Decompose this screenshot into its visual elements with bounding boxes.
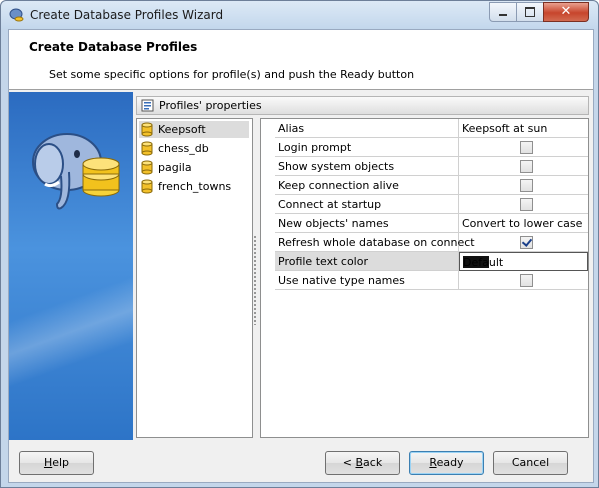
property-name: Keep connection alive xyxy=(275,176,459,195)
cancel-button[interactable]: Cancel xyxy=(493,451,568,475)
profile-label: Keepsoft xyxy=(158,123,206,136)
page-title: Create Database Profiles xyxy=(29,40,198,54)
maximize-icon xyxy=(525,7,535,17)
refresh-whole-database-checkbox[interactable] xyxy=(520,236,533,249)
profiles-properties-header: Profiles' properties xyxy=(136,96,589,115)
property-row-refresh-whole-database[interactable]: Refresh whole database on connect xyxy=(261,233,588,252)
minimize-icon xyxy=(499,14,507,16)
wizard-side-banner xyxy=(9,92,133,440)
banner-swoosh xyxy=(9,272,133,392)
database-icon xyxy=(141,122,153,137)
profile-item-pagila[interactable]: pagila xyxy=(139,159,249,176)
property-value xyxy=(459,138,588,157)
property-name: New objects' names xyxy=(275,214,459,233)
property-name: Profile text color xyxy=(275,252,459,271)
property-name: Alias xyxy=(275,119,459,138)
use-native-type-names-checkbox[interactable] xyxy=(520,274,533,287)
back-button[interactable]: < Back xyxy=(325,451,400,475)
property-row-use-native-type-names[interactable]: Use native type names xyxy=(261,271,588,290)
window-title: Create Database Profiles Wizard xyxy=(30,8,224,22)
database-icon xyxy=(141,141,153,156)
profile-item-french-towns[interactable]: french_towns xyxy=(139,178,249,195)
property-row-connect-at-startup[interactable]: Connect at startup xyxy=(261,195,588,214)
property-row-keep-connection-alive[interactable]: Keep connection alive xyxy=(261,176,588,195)
elephant-database-icon xyxy=(32,133,120,210)
profile-item-keepsoft[interactable]: Keepsoft xyxy=(139,121,249,138)
app-icon xyxy=(9,8,24,22)
property-value[interactable]: Keepsoft at sun xyxy=(459,119,588,138)
property-name: Connect at startup xyxy=(275,195,459,214)
page-subtitle: Set some specific options for profile(s)… xyxy=(49,68,415,81)
panel-splitter[interactable] xyxy=(253,235,257,325)
profiles-list[interactable]: Keepsoft chess_db pagila french_towns xyxy=(136,118,253,438)
help-button[interactable]: Help xyxy=(19,451,94,475)
profile-item-chess-db[interactable]: chess_db xyxy=(139,140,249,157)
property-row-alias[interactable]: Alias Keepsoft at sun xyxy=(261,119,588,138)
wizard-client-area: Create Database Profiles Set some specif… xyxy=(8,29,594,483)
profile-text-color-picker[interactable]: Default xyxy=(459,252,588,271)
new-objects-names-value: Convert to lower case xyxy=(462,217,583,230)
profile-label: french_towns xyxy=(158,180,232,193)
profile-properties-grid[interactable]: Alias Keepsoft at sun Login prompt Show … xyxy=(260,118,589,438)
maximize-button[interactable] xyxy=(516,2,544,22)
property-value xyxy=(459,176,588,195)
property-value[interactable]: Convert to lower case xyxy=(459,214,588,233)
property-name: Use native type names xyxy=(275,271,459,290)
login-prompt-checkbox[interactable] xyxy=(520,141,533,154)
property-value xyxy=(459,157,588,176)
alias-value: Keepsoft at sun xyxy=(462,122,548,135)
property-row-show-system-objects[interactable]: Show system objects xyxy=(261,157,588,176)
property-row-new-objects-names[interactable]: New objects' names Convert to lower case xyxy=(261,214,588,233)
property-value xyxy=(459,233,588,252)
property-row-login-prompt[interactable]: Login prompt xyxy=(261,138,588,157)
profile-text-color-value: Default xyxy=(463,256,504,269)
property-value xyxy=(459,271,588,290)
database-icon xyxy=(141,160,153,175)
property-name: Refresh whole database on connect xyxy=(275,233,475,252)
profiles-properties-title: Profiles' properties xyxy=(159,99,262,112)
close-button[interactable]: ✕ xyxy=(543,2,589,22)
profile-label: pagila xyxy=(158,161,192,174)
property-name: Show system objects xyxy=(275,157,459,176)
database-icon xyxy=(141,179,153,194)
connect-at-startup-checkbox[interactable] xyxy=(520,198,533,211)
ready-button[interactable]: Ready xyxy=(409,451,484,475)
profile-label: chess_db xyxy=(158,142,209,155)
show-system-objects-checkbox[interactable] xyxy=(520,160,533,173)
wizard-window: Create Database Profiles Wizard ✕ Create… xyxy=(0,0,599,488)
title-bar[interactable]: Create Database Profiles Wizard ✕ xyxy=(1,1,598,29)
property-value xyxy=(459,195,588,214)
property-row-profile-text-color[interactable]: Profile text color Default xyxy=(261,252,588,271)
close-icon: ✕ xyxy=(560,4,572,19)
properties-icon xyxy=(141,99,154,112)
wizard-header: Create Database Profiles Set some specif… xyxy=(9,30,593,90)
keep-connection-alive-checkbox[interactable] xyxy=(520,179,533,192)
property-name: Login prompt xyxy=(275,138,459,157)
minimize-button[interactable] xyxy=(489,2,517,22)
